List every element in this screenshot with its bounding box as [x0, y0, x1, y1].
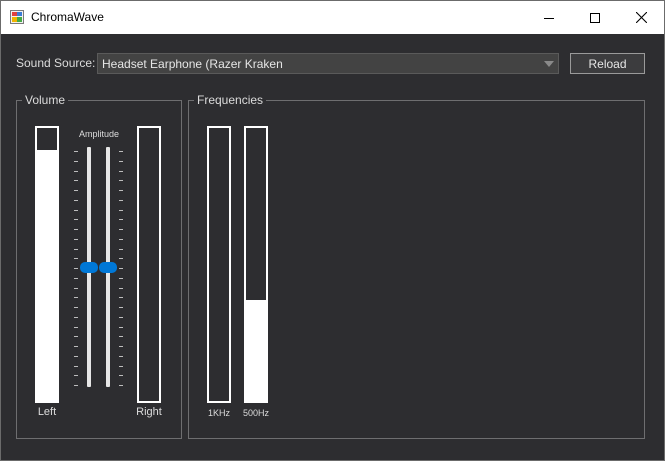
slider-tick: [74, 307, 78, 308]
slider-tick: [119, 375, 123, 376]
slider-tick: [74, 375, 78, 376]
slider-tick: [74, 200, 78, 201]
right-volume-meter: [137, 126, 161, 403]
slider-tick: [119, 288, 123, 289]
slider-tick: [119, 200, 123, 201]
sound-source-dropdown[interactable]: Headset Earphone (Razer Kraken: [97, 53, 559, 74]
slider-tick: [74, 258, 78, 259]
right-label: Right: [136, 406, 162, 418]
window-title: ChromaWave: [31, 10, 104, 24]
slider-tick: [74, 385, 78, 386]
slider-tick: [74, 171, 78, 172]
slider-tick: [119, 307, 123, 308]
slider-tick: [74, 356, 78, 357]
slider-tick: [119, 239, 123, 240]
chevron-down-icon[interactable]: [540, 54, 558, 73]
slider-tick: [119, 210, 123, 211]
slider-tick: [74, 190, 78, 191]
volume-group: Volume Left Amplitude Right: [16, 93, 182, 439]
slider-tick: [119, 190, 123, 191]
slider-tick: [119, 336, 123, 337]
volume-group-title: Volume: [22, 93, 69, 107]
sound-source-label: Sound Source:: [16, 56, 96, 70]
app-icon: [10, 10, 24, 24]
frequency-band-label: 500Hz: [242, 408, 269, 418]
slider-tick: [119, 229, 123, 230]
slider-tick: [119, 385, 123, 386]
frequency-band-meter: [244, 126, 268, 403]
left-volume-meter: [35, 126, 59, 403]
slider-tick: [119, 161, 123, 162]
slider-tick: [74, 180, 78, 181]
slider-tick: [119, 268, 123, 269]
slider-tick: [74, 229, 78, 230]
slider-tick: [119, 151, 123, 152]
slider-tick: [74, 239, 78, 240]
slider-tick: [74, 327, 78, 328]
left-label: Left: [37, 406, 57, 418]
frequency-band-label: 1KHz: [207, 408, 230, 418]
slider-tick: [74, 288, 78, 289]
slider-tick: [119, 346, 123, 347]
slider-tick: [74, 151, 78, 152]
frequencies-group-title: Frequencies: [194, 93, 267, 107]
slider-tick: [119, 258, 123, 259]
maximize-button[interactable]: [572, 1, 618, 34]
frequencies-group: Frequencies 1KHz 500Hz: [188, 93, 645, 439]
slider-tick: [74, 317, 78, 318]
slider-tick: [74, 278, 78, 279]
maximize-icon: [590, 12, 600, 23]
slider-tick: [119, 180, 123, 181]
slider-tick: [119, 171, 123, 172]
client-area: Sound Source: Headset Earphone (Razer Kr…: [1, 34, 664, 460]
amplitude-label: Amplitude: [78, 129, 120, 139]
amplitude-left-thumb[interactable]: [80, 262, 98, 273]
slider-tick: [119, 278, 123, 279]
slider-tick: [74, 346, 78, 347]
slider-tick: [119, 219, 123, 220]
frequency-band-fill: [246, 300, 266, 401]
slider-tick: [74, 210, 78, 211]
slider-tick: [74, 219, 78, 220]
slider-tick: [74, 161, 78, 162]
slider-tick: [119, 249, 123, 250]
slider-tick: [74, 297, 78, 298]
amplitude-right-thumb[interactable]: [99, 262, 117, 273]
slider-tick: [74, 336, 78, 337]
slider-tick: [119, 297, 123, 298]
slider-tick: [119, 317, 123, 318]
minimize-icon: [544, 17, 554, 19]
slider-tick: [119, 366, 123, 367]
left-volume-fill: [37, 149, 57, 401]
slider-tick: [119, 327, 123, 328]
sound-source-value: Headset Earphone (Razer Kraken: [102, 57, 283, 71]
close-button[interactable]: [618, 1, 664, 34]
slider-tick: [74, 268, 78, 269]
reload-button[interactable]: Reload: [570, 53, 645, 74]
slider-tick: [119, 356, 123, 357]
slider-tick: [74, 249, 78, 250]
title-bar[interactable]: ChromaWave: [1, 1, 664, 34]
minimize-button[interactable]: [526, 1, 572, 34]
app-window: ChromaWave Sound Source: Headset Earphon…: [0, 0, 665, 461]
amplitude-ticks-right: [119, 151, 125, 386]
close-icon: [635, 12, 647, 23]
frequency-band-meter: [207, 126, 231, 403]
slider-tick: [74, 366, 78, 367]
